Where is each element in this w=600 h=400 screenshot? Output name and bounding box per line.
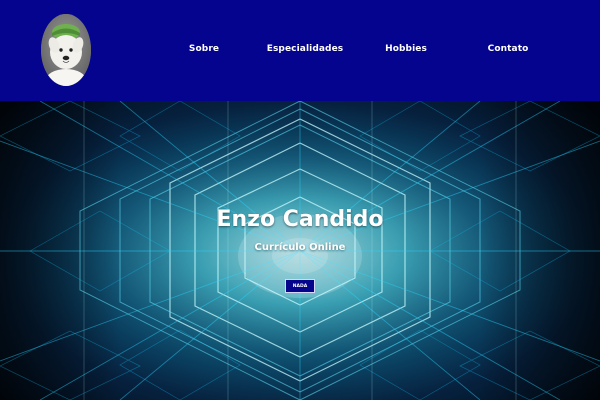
hero-title: Enzo Candido [216, 207, 384, 232]
top-navbar: Sobre Especialidades Hobbies Contato [0, 0, 600, 101]
profile-avatar [41, 14, 91, 86]
hero-action-button[interactable]: NADA [285, 279, 315, 293]
main-navigation: Sobre Especialidades Hobbies Contato [160, 44, 590, 58]
hero-subtitle: Currículo Online [254, 242, 346, 253]
nav-link-hobbies[interactable]: Hobbies [385, 44, 427, 54]
page: Sobre Especialidades Hobbies Contato Enz… [0, 0, 600, 400]
nav-link-especialidades[interactable]: Especialidades [267, 44, 344, 54]
nav-link-sobre[interactable]: Sobre [189, 44, 219, 54]
dog-avatar-icon [41, 14, 91, 86]
hero-section: Enzo Candido Currículo Online NADA [0, 101, 600, 400]
nav-link-contato[interactable]: Contato [488, 44, 529, 54]
